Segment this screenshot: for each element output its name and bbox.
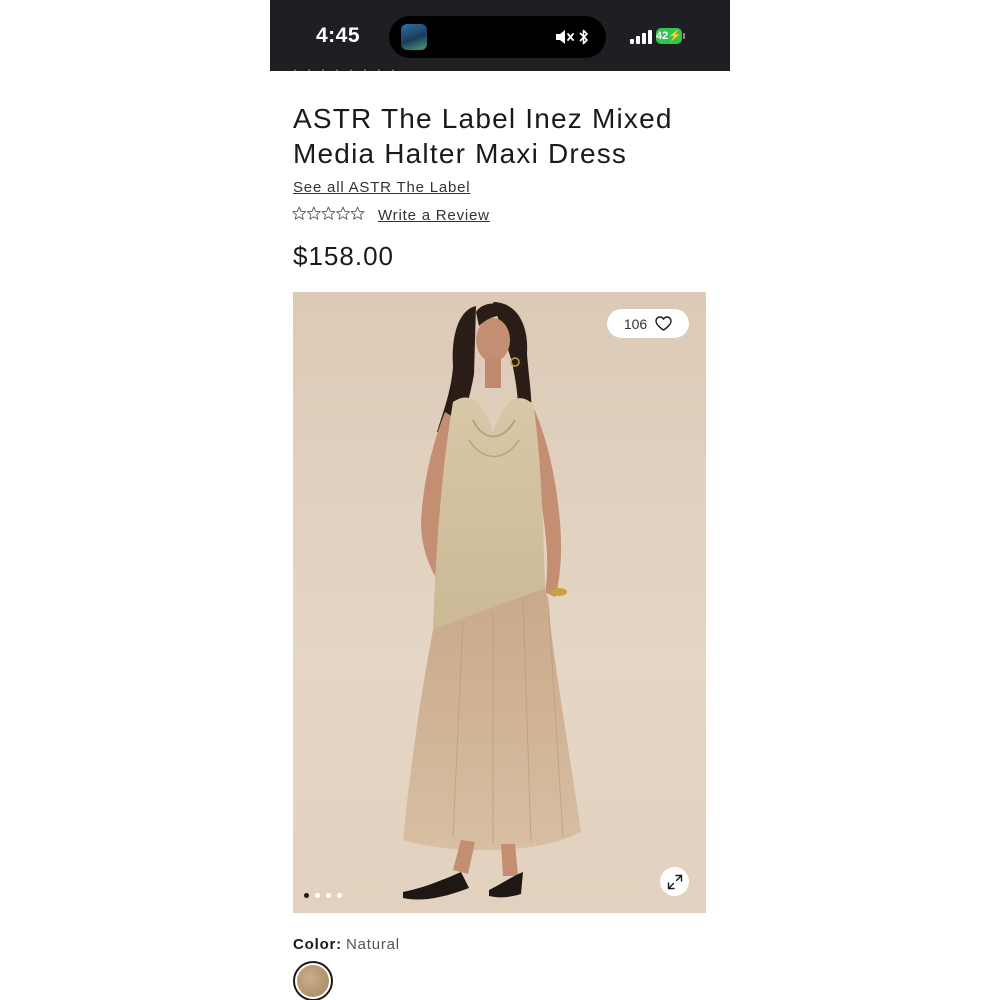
gallery-dot-2[interactable] [315,893,320,898]
battery-level: 42 [656,30,669,42]
cellular-signal-icon [630,30,652,44]
gallery-pagination [304,893,342,898]
dynamic-island[interactable] [389,16,606,58]
model-photo [403,302,581,900]
color-label: Color: [293,936,342,953]
color-selector-label: Color: Natural [293,936,400,953]
empty-stars-icon [292,206,365,220]
battery-tip [683,33,685,39]
color-value: Natural [345,936,400,953]
product-price: $158.00 [293,241,394,271]
heart-icon [655,316,672,331]
clipped-breadcrumb: · · · · · · · · [293,62,398,77]
mute-icon [556,29,588,45]
rating-stars[interactable] [292,206,365,221]
gallery-dot-4[interactable] [337,893,342,898]
expand-image-button[interactable] [660,867,689,896]
gallery-dot-3[interactable] [326,893,331,898]
write-review-link[interactable]: Write a Review [378,207,490,224]
product-image[interactable]: 106 [293,292,706,913]
status-bar: 4:45 42⚡ [270,0,730,71]
island-status-icons [554,27,594,52]
swatch-fill [297,965,329,997]
app-icon [401,24,427,50]
color-swatch-natural[interactable] [293,961,333,1000]
like-count: 106 [623,315,648,332]
expand-icon [667,874,682,889]
like-button[interactable]: 106 [607,309,689,338]
status-time: 4:45 [316,24,361,47]
phone-screen: 4:45 42⚡ · · · · · · · · ASTR The Label … [270,0,730,1000]
gallery-dot-1[interactable] [304,893,309,898]
charging-battery-icon: 42⚡ [656,28,682,44]
bluetooth-icon [579,29,588,45]
see-all-brand-link[interactable]: See all ASTR The Label [293,179,470,196]
product-title: ASTR The Label Inez Mixed Media Halter M… [293,103,673,169]
